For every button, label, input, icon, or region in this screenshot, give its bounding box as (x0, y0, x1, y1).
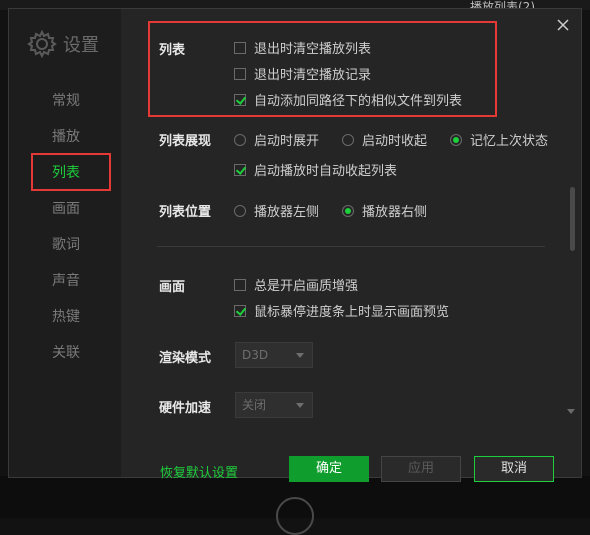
collapse-on-start-radio[interactable] (342, 133, 354, 146)
hw-accel-label: 硬件加速 (159, 401, 212, 416)
section-divider (157, 246, 545, 247)
clear-playlist-label: 退出时清空播放列表 (254, 42, 372, 57)
enhance-quality-checkbox[interactable] (234, 278, 246, 291)
option-clear-history[interactable]: 退出时清空播放记录 (234, 64, 371, 83)
player-left-radio[interactable] (234, 204, 246, 217)
collapse-on-start-label: 启动时收起 (362, 134, 428, 149)
remember-state-label: 记忆上次状态 (470, 134, 549, 149)
option-auto-collapse[interactable]: 启动播放时自动收起列表 (234, 160, 397, 179)
clear-playlist-checkbox[interactable] (234, 41, 246, 54)
clear-history-label: 退出时清空播放记录 (254, 68, 372, 83)
scrollbar-thumb[interactable] (570, 187, 575, 251)
close-icon[interactable] (555, 17, 571, 33)
radio-collapse-on-start[interactable]: 启动时收起 (342, 130, 427, 149)
clear-history-checkbox[interactable] (234, 67, 246, 80)
sidebar-item-sound[interactable]: 声音 (9, 263, 121, 299)
radio-remember-state[interactable]: 记忆上次状态 (450, 130, 548, 149)
sidebar-item-general[interactable]: 常规 (9, 83, 121, 119)
radio-player-left[interactable]: 播放器左侧 (234, 201, 319, 220)
option-clear-playlist[interactable]: 退出时清空播放列表 (234, 38, 371, 57)
play-button-ring[interactable] (276, 497, 314, 535)
expand-on-start-label: 启动时展开 (254, 134, 320, 149)
sidebar-header: 设置 (27, 29, 99, 59)
scroll-down-icon[interactable] (567, 409, 575, 414)
enhance-quality-label: 总是开启画质增强 (254, 279, 359, 294)
option-auto-add-similar[interactable]: 自动添加同路径下的相似文件到列表 (234, 90, 462, 109)
hw-accel-select[interactable]: 关闭 (235, 392, 313, 418)
settings-sidebar: 设置 常规 播放 列表 画面 歌词 声音 热键 关联 (9, 9, 121, 477)
player-left-label: 播放器左侧 (254, 205, 320, 220)
restore-defaults-link[interactable]: 恢复默认设置 (160, 462, 238, 481)
list-position-title: 列表位置 (159, 205, 212, 220)
auto-add-similar-checkbox[interactable] (234, 93, 246, 106)
active-item-highlight (31, 153, 111, 191)
expand-on-start-radio[interactable] (234, 133, 246, 146)
apply-button[interactable]: 应用 (381, 456, 461, 482)
sidebar-item-hotkeys[interactable]: 热键 (9, 299, 121, 335)
render-mode-select[interactable]: D3D (235, 342, 313, 368)
option-enhance-quality[interactable]: 总是开启画质增强 (234, 275, 358, 294)
settings-dialog: 设置 常规 播放 列表 画面 歌词 声音 热键 关联 列表 退出时清空播放列表 … (8, 8, 582, 482)
sidebar-item-playback[interactable]: 播放 (9, 119, 121, 155)
player-right-label: 播放器右侧 (362, 205, 428, 220)
sidebar-item-lyrics[interactable]: 歌词 (9, 227, 121, 263)
render-mode-value: D3D (242, 348, 269, 362)
cancel-button[interactable]: 取消 (474, 456, 554, 482)
render-mode-label: 渲染模式 (159, 351, 212, 366)
hw-accel-value: 关闭 (242, 398, 267, 412)
radio-player-right[interactable]: 播放器右侧 (342, 201, 427, 220)
list-display-title: 列表展现 (159, 134, 212, 149)
auto-add-similar-label: 自动添加同路径下的相似文件到列表 (254, 94, 463, 109)
hover-preview-checkbox[interactable] (234, 304, 246, 317)
auto-collapse-checkbox[interactable] (234, 163, 246, 176)
hover-preview-label: 鼠标暴停进度条上时显示画面预览 (254, 305, 450, 320)
option-hover-preview[interactable]: 鼠标暴停进度条上时显示画面预览 (234, 301, 449, 320)
ok-button[interactable]: 确定 (289, 456, 369, 482)
list-section-title: 列表 (159, 43, 186, 58)
player-right-radio[interactable] (342, 204, 354, 217)
sidebar-item-association[interactable]: 关联 (9, 335, 121, 371)
chevron-down-icon (296, 403, 304, 408)
radio-expand-on-start[interactable]: 启动时展开 (234, 130, 319, 149)
sidebar-item-screen[interactable]: 画面 (9, 191, 121, 227)
remember-state-radio[interactable] (450, 133, 462, 146)
chevron-down-icon (296, 353, 304, 358)
gear-icon (27, 29, 57, 59)
sidebar-nav: 常规 播放 列表 画面 歌词 声音 热键 关联 (9, 83, 121, 371)
auto-collapse-label: 启动播放时自动收起列表 (254, 164, 398, 179)
screen-section-title: 画面 (159, 280, 186, 295)
dialog-title: 设置 (63, 35, 99, 56)
